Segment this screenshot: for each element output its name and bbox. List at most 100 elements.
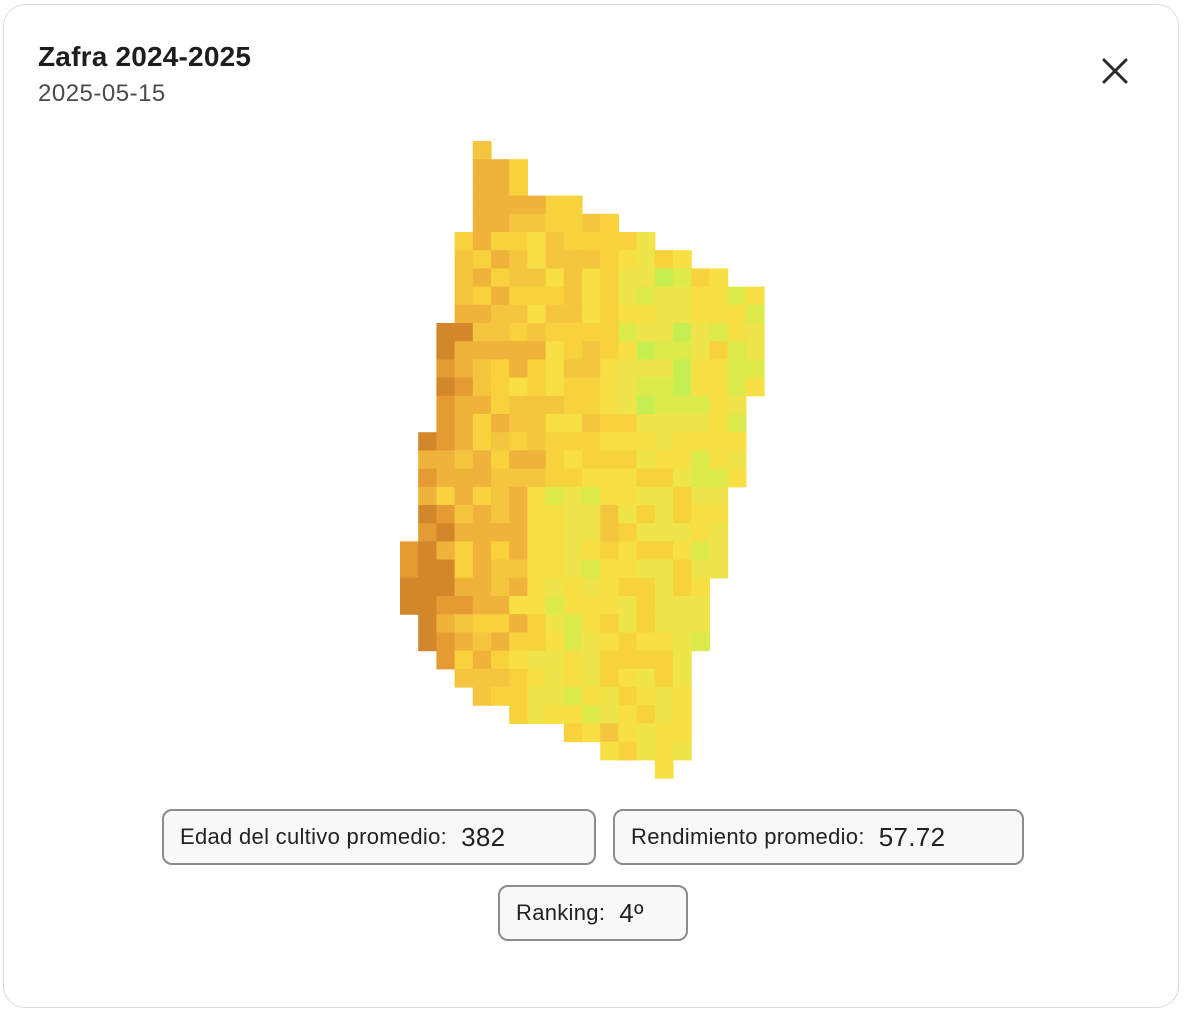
field-pixel	[636, 632, 656, 652]
field-pixel	[636, 577, 656, 597]
field-pixel	[654, 650, 674, 670]
field-pixel	[691, 377, 710, 397]
field-pixel	[491, 505, 510, 524]
field-pixel	[691, 359, 710, 379]
field-pixel	[509, 450, 528, 470]
field-pixel	[582, 577, 601, 597]
field-pixel	[709, 468, 729, 488]
field-pixel	[454, 650, 474, 670]
field-pixel	[563, 505, 583, 524]
field-pixel	[509, 341, 528, 360]
field-pixel	[582, 596, 601, 615]
field-pixel	[436, 432, 456, 451]
field-pixel	[636, 377, 656, 397]
field-pixel	[436, 414, 456, 433]
field-pixel	[563, 250, 583, 269]
field-pixel	[618, 596, 638, 615]
field-pixel	[636, 668, 656, 688]
field-pixel	[654, 632, 674, 652]
field-map	[4, 5, 1180, 805]
field-pixel	[618, 614, 638, 633]
field-pixel	[509, 541, 528, 561]
field-pixel	[654, 468, 674, 488]
field-pixel	[582, 286, 601, 306]
field-pixel	[454, 414, 474, 433]
field-pixel	[727, 395, 747, 415]
field-pixel	[509, 159, 528, 178]
field-pixel	[545, 232, 565, 251]
field-pixel	[618, 723, 638, 743]
field-pixel	[527, 577, 547, 597]
field-pixel	[454, 232, 474, 251]
field-pixel	[727, 414, 747, 433]
field-pixel	[491, 359, 510, 379]
field-pixel	[636, 304, 656, 324]
field-pixel	[436, 377, 456, 397]
field-pixel	[491, 286, 510, 306]
field-pixel	[472, 486, 492, 506]
field-pixel	[436, 577, 456, 597]
field-pixel	[545, 541, 565, 561]
field-pixel	[527, 213, 547, 233]
field-pixel	[673, 359, 692, 379]
field-pixel	[636, 741, 656, 761]
field-pixel	[563, 432, 583, 451]
field-pixel	[436, 486, 456, 506]
field-pixel	[491, 213, 510, 233]
field-pixel	[691, 559, 710, 579]
field-pixel	[545, 486, 565, 506]
field-pixel	[454, 377, 474, 397]
field-pixel	[545, 687, 565, 706]
field-pixel	[436, 596, 456, 615]
field-pixel	[618, 359, 638, 379]
field-pixel	[691, 614, 710, 633]
field-pixel	[545, 705, 565, 724]
field-pixel	[509, 687, 528, 706]
field-pixel	[436, 468, 456, 488]
field-pixel	[545, 323, 565, 342]
field-pixel	[454, 468, 474, 488]
field-pixel	[527, 523, 547, 542]
field-pixel	[582, 414, 601, 433]
field-pixel	[654, 523, 674, 542]
field-pixel	[436, 395, 456, 415]
field-pixel	[618, 304, 638, 324]
field-pixel	[509, 250, 528, 269]
field-pixel	[582, 341, 601, 360]
field-pixel	[654, 596, 674, 615]
field-pixel	[418, 577, 437, 597]
field-pixel	[636, 541, 656, 561]
field-pixel	[545, 650, 565, 670]
field-pixel	[582, 468, 601, 488]
field-pixel	[745, 286, 765, 306]
field-pixel	[509, 468, 528, 488]
field-pixel	[673, 377, 692, 397]
field-pixel	[745, 359, 765, 379]
field-pixel	[454, 577, 474, 597]
field-pixel	[509, 304, 528, 324]
field-pixel	[545, 596, 565, 615]
field-pixel	[600, 377, 619, 397]
field-pixel	[472, 141, 492, 160]
field-pixel	[636, 723, 656, 743]
field-pixel	[491, 232, 510, 251]
field-pixel	[636, 559, 656, 579]
field-pixel	[563, 614, 583, 633]
field-pixel	[600, 213, 619, 233]
field-pixel	[491, 304, 510, 324]
field-pixel	[673, 341, 692, 360]
field-pixel	[436, 523, 456, 542]
field-pixel	[691, 541, 710, 561]
field-pixel	[709, 414, 729, 433]
field-pixel	[472, 687, 492, 706]
field-pixel	[600, 468, 619, 488]
field-pixel	[636, 232, 656, 251]
field-pixel	[472, 468, 492, 488]
field-pixel	[618, 414, 638, 433]
field-pixel	[654, 304, 674, 324]
field-pixel	[673, 668, 692, 688]
field-pixel	[563, 668, 583, 688]
field-pixel	[673, 395, 692, 415]
field-pixel	[563, 341, 583, 360]
field-pixel	[563, 377, 583, 397]
